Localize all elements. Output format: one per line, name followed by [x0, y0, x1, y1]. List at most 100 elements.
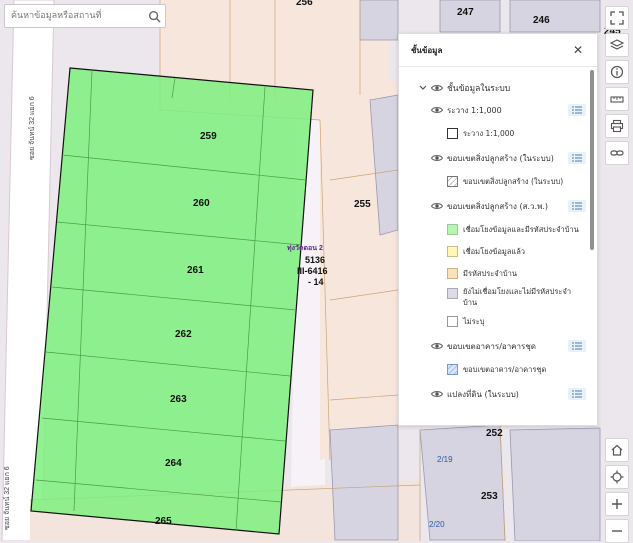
zoom-in-icon	[612, 499, 622, 509]
parcel-label-259: 259	[200, 131, 217, 142]
print-icon	[610, 119, 624, 133]
home-icon	[611, 444, 623, 456]
legend-swatch	[447, 127, 458, 139]
layer-row-scale[interactable]: ระวาง 1:1,000	[431, 102, 586, 118]
layer-row-building-swp[interactable]: ขอบเขตสิ่งปลูกสร้าง (ส.ว.พ.)	[431, 198, 586, 214]
map-sheet-label-2: 2/20	[429, 520, 445, 529]
road-label-left: ซอย จันทน์ 32 แยก 6	[28, 96, 36, 160]
chevron-down-icon[interactable]	[419, 85, 427, 91]
layer-panel-header: ชั้นข้อมูล ✕	[399, 34, 597, 67]
legend-label: ขอบเขตสิ่งปลูกสร้าง (ในระบบ)	[463, 176, 564, 186]
legend-swatch	[447, 267, 458, 279]
legend-button[interactable]	[568, 388, 586, 400]
legend-item: ขอบเขตอาคาร/อาคารชุด	[447, 360, 586, 378]
legend-label: ขอบเขตอาคาร/อาคารชุด	[463, 364, 547, 374]
map-sheet-label-1: 2/19	[437, 455, 453, 464]
plot-code-line1: 5136	[305, 255, 325, 265]
legend-swatch	[447, 315, 458, 327]
parcel-label-247: 247	[457, 7, 474, 18]
layer-group-label: ชั้นข้อมูลในระบบ	[447, 84, 511, 94]
link-button[interactable]	[605, 141, 629, 165]
parcel-label-252: 252	[486, 428, 503, 439]
legend-swatch	[447, 363, 458, 375]
toolbar-top	[605, 6, 629, 165]
plot-code-line2: III-6416	[297, 266, 328, 276]
layer-group-system[interactable]: ชั้นข้อมูลในระบบ	[419, 80, 586, 96]
layer-label: ขอบเขตอาคาร/อาคารชุด	[447, 341, 536, 351]
layers-icon	[610, 39, 624, 50]
eye-icon[interactable]	[431, 341, 443, 351]
legend-item: เชื่อมโยงข้อมูลและมีรหัสประจำบ้าน	[447, 220, 586, 238]
parcel-label-263: 263	[170, 394, 187, 405]
legend-item: ระวาง 1:1,000	[447, 124, 586, 142]
legend-label: เชื่อมโยงข้อมูลและมีรหัสประจำบ้าน	[463, 224, 579, 234]
legend-button[interactable]	[568, 104, 586, 116]
legend-label: เชื่อมโยงข้อมูลแล้ว	[463, 246, 525, 256]
search-button[interactable]	[143, 5, 165, 27]
parcel-label-265: 265	[155, 516, 172, 527]
fullscreen-icon	[610, 11, 624, 25]
layer-row-building-system[interactable]: ขอบเขตสิ่งปลูกสร้าง (ในระบบ)	[431, 150, 586, 166]
parcel-label-261: 261	[187, 265, 204, 276]
eye-icon[interactable]	[431, 389, 443, 399]
parcel-label-256: 256	[296, 0, 313, 8]
panel-scrollbar[interactable]	[590, 70, 594, 250]
parcel-label-264: 264	[165, 458, 182, 469]
search-input[interactable]	[9, 5, 144, 27]
locate-button[interactable]	[605, 465, 629, 489]
legend-button[interactable]	[568, 152, 586, 164]
layer-panel-title: ชั้นข้อมูล	[411, 45, 443, 55]
parcel-label-246: 246	[533, 15, 550, 26]
locate-icon	[610, 470, 624, 484]
search-box	[4, 4, 166, 28]
legend-swatch	[447, 223, 458, 235]
eye-icon[interactable]	[431, 153, 443, 163]
layer-label: ขอบเขตสิ่งปลูกสร้าง (ส.ว.พ.)	[447, 201, 549, 211]
parcel-label-255: 255	[354, 199, 371, 210]
list-icon	[572, 202, 582, 210]
legend-label: ไม่ระบุ	[463, 316, 485, 326]
fullscreen-button[interactable]	[605, 6, 629, 30]
parcel-label-260: 260	[193, 198, 210, 209]
layer-row-parcel[interactable]: แปลงที่ดิน (ในระบบ)	[431, 386, 586, 402]
parcel-label-262: 262	[175, 329, 192, 340]
legend-swatch	[447, 288, 458, 299]
poi-label: ทุ่งวัดดอน 2	[287, 244, 323, 252]
list-icon	[572, 106, 582, 114]
info-button[interactable]	[605, 60, 629, 84]
layer-row-condo[interactable]: ขอบเขตอาคาร/อาคารชุด	[431, 338, 586, 354]
legend-swatch	[447, 175, 458, 187]
legend-label: ยังไม่เชื่อมโยงและไม่มีรหัสประจำบ้าน	[463, 287, 572, 307]
legend-item: ไม่ระบุ	[447, 312, 586, 330]
legend-item: เชื่อมโยงข้อมูลแล้ว	[447, 242, 586, 260]
layer-label: ระวาง 1:1,000	[447, 105, 502, 115]
legend-label: ระวาง 1:1,000	[463, 128, 515, 138]
info-icon	[610, 65, 624, 79]
measure-button[interactable]	[605, 87, 629, 111]
list-icon	[572, 154, 582, 162]
layer-tree: ชั้นข้อมูลในระบบ ระวาง 1:1,000 ระวาง 1:1…	[419, 80, 586, 402]
toolbar-bottom	[605, 438, 629, 543]
legend-label: มีรหัสประจำบ้าน	[463, 268, 518, 278]
zoom-out-icon	[612, 530, 622, 532]
link-icon	[610, 150, 624, 156]
list-icon	[572, 342, 582, 350]
layer-label: ขอบเขตสิ่งปลูกสร้าง (ในระบบ)	[447, 153, 554, 163]
measure-icon	[610, 96, 624, 103]
plot-code-line3: - 14	[308, 277, 324, 287]
legend-button[interactable]	[568, 340, 586, 352]
search-icon	[148, 10, 161, 23]
legend-button[interactable]	[568, 200, 586, 212]
close-icon[interactable]: ✕	[573, 44, 583, 56]
road-label-left-bottom: ซอย จันทน์ 32 แยก 6	[3, 466, 11, 530]
eye-icon[interactable]	[431, 201, 443, 211]
print-button[interactable]	[605, 114, 629, 138]
parcel-label-253: 253	[481, 491, 498, 502]
zoom-in-button[interactable]	[605, 492, 629, 516]
eye-icon[interactable]	[431, 105, 443, 115]
legend-swatch	[447, 245, 458, 257]
eye-icon[interactable]	[431, 83, 443, 93]
home-button[interactable]	[605, 438, 629, 462]
zoom-out-button[interactable]	[605, 519, 629, 543]
layers-button[interactable]	[605, 33, 629, 57]
